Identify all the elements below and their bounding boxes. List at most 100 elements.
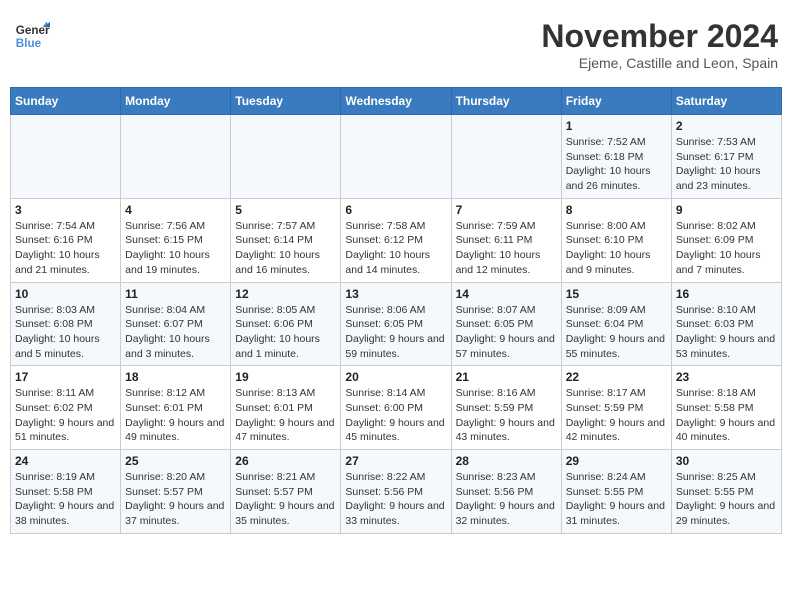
calendar-cell: 28 Sunrise: 8:23 AM Sunset: 5:56 PM Dayli… bbox=[451, 450, 561, 534]
day-number: 28 bbox=[456, 454, 557, 468]
day-info: Sunrise: 8:00 AM Sunset: 6:10 PM Dayligh… bbox=[566, 219, 667, 278]
logo-icon: General Blue bbox=[14, 18, 50, 54]
location-title: Ejeme, Castille and Leon, Spain bbox=[541, 55, 778, 71]
day-info: Sunrise: 7:57 AM Sunset: 6:14 PM Dayligh… bbox=[235, 219, 336, 278]
calendar-cell: 12 Sunrise: 8:05 AM Sunset: 6:06 PM Dayli… bbox=[231, 282, 341, 366]
calendar-cell: 17 Sunrise: 8:11 AM Sunset: 6:02 PM Dayli… bbox=[11, 366, 121, 450]
calendar-cell: 5 Sunrise: 7:57 AM Sunset: 6:14 PM Daylig… bbox=[231, 198, 341, 282]
day-info: Sunrise: 8:06 AM Sunset: 6:05 PM Dayligh… bbox=[345, 303, 446, 362]
day-number: 15 bbox=[566, 287, 667, 301]
calendar-cell: 25 Sunrise: 8:20 AM Sunset: 5:57 PM Dayli… bbox=[121, 450, 231, 534]
calendar-cell: 20 Sunrise: 8:14 AM Sunset: 6:00 PM Dayli… bbox=[341, 366, 451, 450]
day-info: Sunrise: 8:10 AM Sunset: 6:03 PM Dayligh… bbox=[676, 303, 777, 362]
weekday-header-thursday: Thursday bbox=[451, 88, 561, 115]
day-number: 13 bbox=[345, 287, 446, 301]
calendar-cell bbox=[231, 115, 341, 199]
day-number: 21 bbox=[456, 370, 557, 384]
calendar-cell bbox=[451, 115, 561, 199]
day-number: 26 bbox=[235, 454, 336, 468]
calendar-cell: 14 Sunrise: 8:07 AM Sunset: 6:05 PM Dayli… bbox=[451, 282, 561, 366]
day-info: Sunrise: 8:05 AM Sunset: 6:06 PM Dayligh… bbox=[235, 303, 336, 362]
day-number: 19 bbox=[235, 370, 336, 384]
day-info: Sunrise: 8:12 AM Sunset: 6:01 PM Dayligh… bbox=[125, 386, 226, 445]
week-row-4: 17 Sunrise: 8:11 AM Sunset: 6:02 PM Dayli… bbox=[11, 366, 782, 450]
calendar-cell: 13 Sunrise: 8:06 AM Sunset: 6:05 PM Dayli… bbox=[341, 282, 451, 366]
calendar-cell: 23Sunrise: 8:18 AM Sunset: 5:58 PM Dayli… bbox=[671, 366, 781, 450]
day-number: 18 bbox=[125, 370, 226, 384]
day-info: Sunrise: 8:02 AM Sunset: 6:09 PM Dayligh… bbox=[676, 219, 777, 278]
day-info: Sunrise: 8:20 AM Sunset: 5:57 PM Dayligh… bbox=[125, 470, 226, 529]
day-number: 27 bbox=[345, 454, 446, 468]
day-info: Sunrise: 8:23 AM Sunset: 5:56 PM Dayligh… bbox=[456, 470, 557, 529]
day-info: Sunrise: 8:07 AM Sunset: 6:05 PM Dayligh… bbox=[456, 303, 557, 362]
calendar-cell: 9 Sunrise: 8:02 AM Sunset: 6:09 PM Daylig… bbox=[671, 198, 781, 282]
day-info: Sunrise: 8:25 AM Sunset: 5:55 PM Dayligh… bbox=[676, 470, 777, 529]
calendar-cell: 24 Sunrise: 8:19 AM Sunset: 5:58 PM Dayli… bbox=[11, 450, 121, 534]
calendar-cell: 21 Sunrise: 8:16 AM Sunset: 5:59 PM Dayli… bbox=[451, 366, 561, 450]
calendar-cell: 8Sunrise: 8:00 AM Sunset: 6:10 PM Daylig… bbox=[561, 198, 671, 282]
calendar-cell: 27 Sunrise: 8:22 AM Sunset: 5:56 PM Dayli… bbox=[341, 450, 451, 534]
day-number: 5 bbox=[235, 203, 336, 217]
day-info: Sunrise: 7:59 AM Sunset: 6:11 PM Dayligh… bbox=[456, 219, 557, 278]
day-number: 23 bbox=[676, 370, 777, 384]
month-title: November 2024 bbox=[541, 18, 778, 55]
day-info: Sunrise: 8:24 AM Sunset: 5:55 PM Dayligh… bbox=[566, 470, 667, 529]
day-number: 30 bbox=[676, 454, 777, 468]
calendar-cell: 15 Sunrise: 8:09 AM Sunset: 6:04 PM Dayli… bbox=[561, 282, 671, 366]
day-number: 9 bbox=[676, 203, 777, 217]
calendar-cell bbox=[121, 115, 231, 199]
week-row-3: 10 Sunrise: 8:03 AM Sunset: 6:08 PM Dayli… bbox=[11, 282, 782, 366]
calendar-table: SundayMondayTuesdayWednesdayThursdayFrid… bbox=[10, 87, 782, 534]
day-number: 11 bbox=[125, 287, 226, 301]
header: General Blue November 2024 Ejeme, Castil… bbox=[10, 10, 782, 79]
day-info: Sunrise: 7:56 AM Sunset: 6:15 PM Dayligh… bbox=[125, 219, 226, 278]
day-info: Sunrise: 8:22 AM Sunset: 5:56 PM Dayligh… bbox=[345, 470, 446, 529]
day-number: 10 bbox=[15, 287, 116, 301]
day-number: 25 bbox=[125, 454, 226, 468]
calendar-cell bbox=[341, 115, 451, 199]
calendar-cell: 18 Sunrise: 8:12 AM Sunset: 6:01 PM Dayli… bbox=[121, 366, 231, 450]
day-info: Sunrise: 8:11 AM Sunset: 6:02 PM Dayligh… bbox=[15, 386, 116, 445]
day-number: 24 bbox=[15, 454, 116, 468]
calendar-cell: 11 Sunrise: 8:04 AM Sunset: 6:07 PM Dayli… bbox=[121, 282, 231, 366]
weekday-header-tuesday: Tuesday bbox=[231, 88, 341, 115]
week-row-2: 3 Sunrise: 7:54 AM Sunset: 6:16 PM Daylig… bbox=[11, 198, 782, 282]
day-number: 16 bbox=[676, 287, 777, 301]
day-info: Sunrise: 8:14 AM Sunset: 6:00 PM Dayligh… bbox=[345, 386, 446, 445]
calendar-cell bbox=[11, 115, 121, 199]
calendar-cell: 2Sunrise: 7:53 AM Sunset: 6:17 PM Daylig… bbox=[671, 115, 781, 199]
day-number: 6 bbox=[345, 203, 446, 217]
day-info: Sunrise: 8:16 AM Sunset: 5:59 PM Dayligh… bbox=[456, 386, 557, 445]
day-info: Sunrise: 8:19 AM Sunset: 5:58 PM Dayligh… bbox=[15, 470, 116, 529]
weekday-header-wednesday: Wednesday bbox=[341, 88, 451, 115]
calendar-cell: 10 Sunrise: 8:03 AM Sunset: 6:08 PM Dayli… bbox=[11, 282, 121, 366]
day-number: 3 bbox=[15, 203, 116, 217]
calendar-cell: 3 Sunrise: 7:54 AM Sunset: 6:16 PM Daylig… bbox=[11, 198, 121, 282]
day-info: Sunrise: 8:17 AM Sunset: 5:59 PM Dayligh… bbox=[566, 386, 667, 445]
day-number: 7 bbox=[456, 203, 557, 217]
day-info: Sunrise: 7:52 AM Sunset: 6:18 PM Dayligh… bbox=[566, 135, 667, 194]
calendar-cell: 22Sunrise: 8:17 AM Sunset: 5:59 PM Dayli… bbox=[561, 366, 671, 450]
calendar-cell: 26Sunrise: 8:21 AM Sunset: 5:57 PM Dayli… bbox=[231, 450, 341, 534]
day-info: Sunrise: 7:53 AM Sunset: 6:17 PM Dayligh… bbox=[676, 135, 777, 194]
day-number: 14 bbox=[456, 287, 557, 301]
day-number: 12 bbox=[235, 287, 336, 301]
day-info: Sunrise: 7:54 AM Sunset: 6:16 PM Dayligh… bbox=[15, 219, 116, 278]
day-number: 20 bbox=[345, 370, 446, 384]
weekday-header-sunday: Sunday bbox=[11, 88, 121, 115]
weekday-header-saturday: Saturday bbox=[671, 88, 781, 115]
calendar-cell: 16 Sunrise: 8:10 AM Sunset: 6:03 PM Dayli… bbox=[671, 282, 781, 366]
logo: General Blue bbox=[14, 18, 50, 54]
day-info: Sunrise: 8:04 AM Sunset: 6:07 PM Dayligh… bbox=[125, 303, 226, 362]
svg-text:Blue: Blue bbox=[16, 37, 42, 50]
calendar-cell: 30 Sunrise: 8:25 AM Sunset: 5:55 PM Dayli… bbox=[671, 450, 781, 534]
day-info: Sunrise: 8:09 AM Sunset: 6:04 PM Dayligh… bbox=[566, 303, 667, 362]
calendar-cell: 4Sunrise: 7:56 AM Sunset: 6:15 PM Daylig… bbox=[121, 198, 231, 282]
day-number: 17 bbox=[15, 370, 116, 384]
day-info: Sunrise: 7:58 AM Sunset: 6:12 PM Dayligh… bbox=[345, 219, 446, 278]
weekday-header-row: SundayMondayTuesdayWednesdayThursdayFrid… bbox=[11, 88, 782, 115]
day-info: Sunrise: 8:03 AM Sunset: 6:08 PM Dayligh… bbox=[15, 303, 116, 362]
week-row-1: 1Sunrise: 7:52 AM Sunset: 6:18 PM Daylig… bbox=[11, 115, 782, 199]
day-info: Sunrise: 8:13 AM Sunset: 6:01 PM Dayligh… bbox=[235, 386, 336, 445]
calendar-cell: 29Sunrise: 8:24 AM Sunset: 5:55 PM Dayli… bbox=[561, 450, 671, 534]
